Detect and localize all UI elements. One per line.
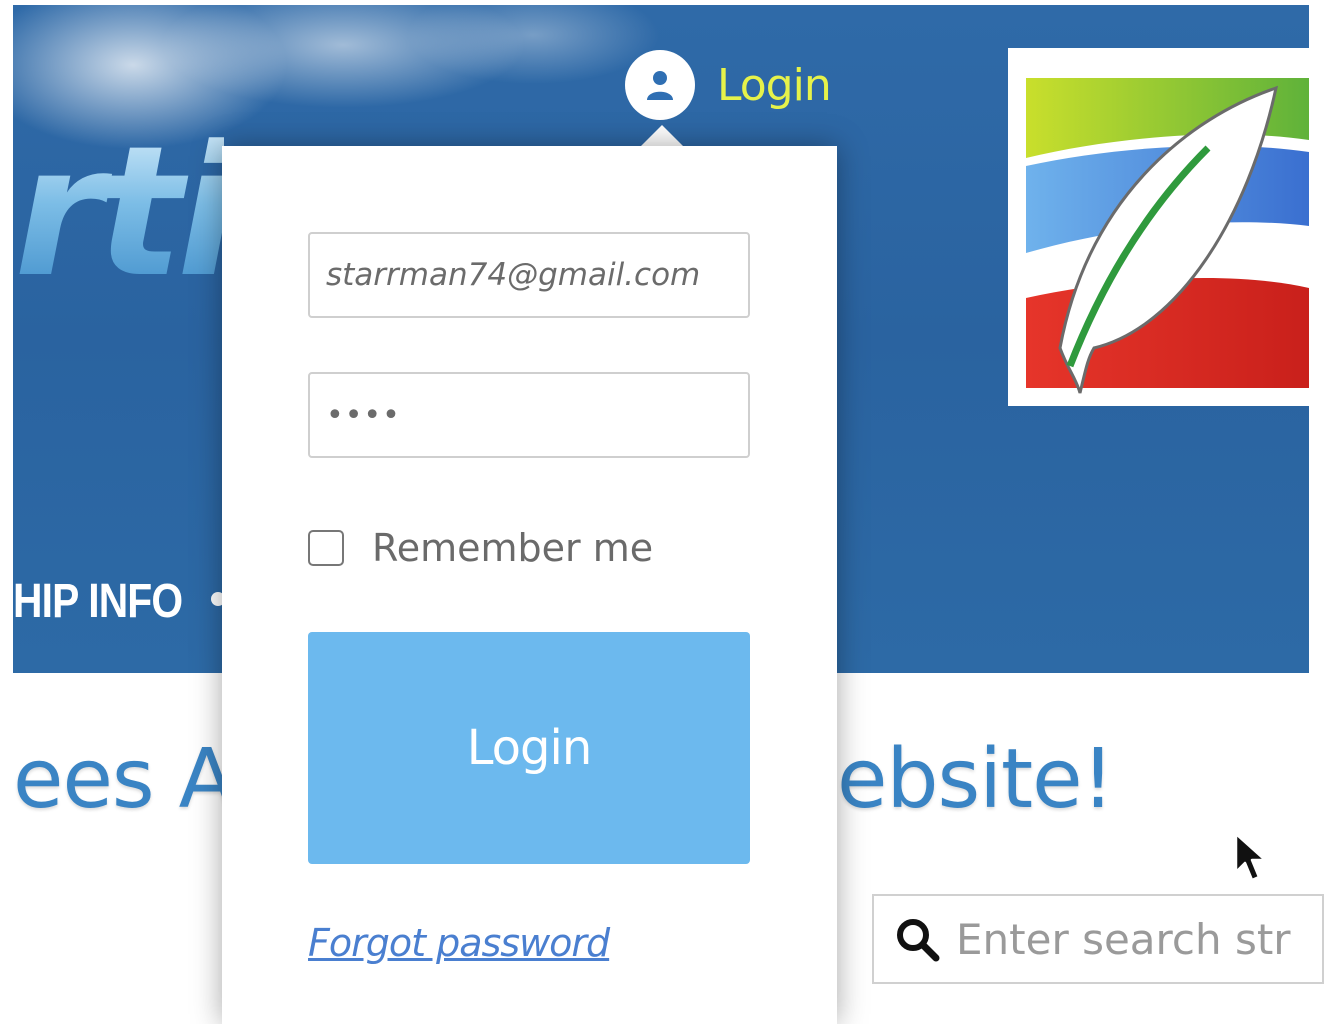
remember-me-checkbox[interactable]	[308, 530, 344, 566]
search-box[interactable]	[872, 894, 1324, 984]
login-panel: starrman74@gmail.com •••• Remember me Lo…	[222, 146, 837, 1024]
remember-me-label[interactable]: Remember me	[372, 526, 653, 570]
password-field[interactable]: ••••	[308, 372, 750, 458]
nav-item-membership-info[interactable]: HIP INFO	[13, 572, 183, 632]
site-title: rtic	[14, 118, 224, 308]
user-icon	[625, 50, 695, 120]
mouse-pointer-icon	[1234, 832, 1267, 882]
site-logo[interactable]	[1008, 48, 1309, 406]
remember-me-row[interactable]: Remember me	[308, 526, 653, 570]
search-input[interactable]	[954, 913, 1322, 965]
search-icon[interactable]	[894, 913, 940, 965]
feather-logo-icon	[1026, 78, 1309, 394]
forgot-password-link[interactable]: Forgot password	[308, 921, 610, 965]
welcome-heading-right: ebsite!	[837, 732, 1114, 827]
login-button[interactable]: Login	[308, 632, 750, 864]
login-panel-arrow	[640, 125, 684, 147]
login-toggle-label: Login	[717, 59, 832, 111]
login-toggle[interactable]: Login	[625, 50, 832, 120]
email-field[interactable]: starrman74@gmail.com	[308, 232, 750, 318]
welcome-heading-left: ees A	[13, 732, 222, 827]
